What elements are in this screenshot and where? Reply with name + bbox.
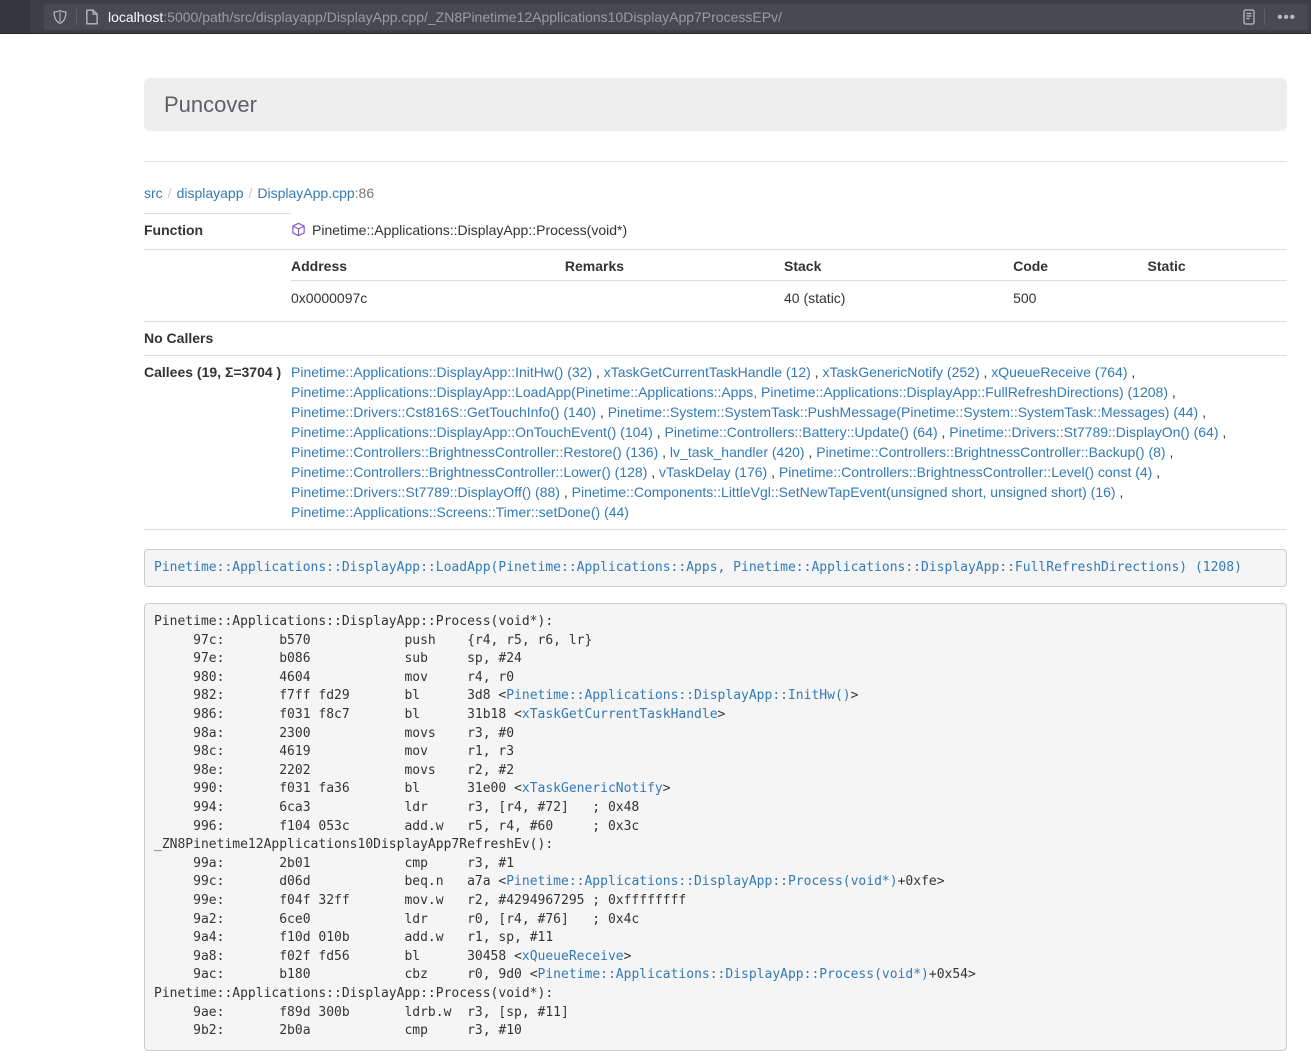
callee-separator: ,	[592, 364, 604, 380]
callee-link[interactable]: Pinetime::Applications::DisplayApp::OnTo…	[291, 424, 653, 440]
shield-icon[interactable]	[52, 9, 68, 25]
callees-row: Callees (19, Σ=3704 ) Pinetime::Applicat…	[144, 355, 1287, 529]
browser-chrome: localhost:5000/path/src/displayapp/Displ…	[0, 0, 1311, 34]
no-callers-row: No Callers	[144, 321, 1287, 355]
callee-separator: ,	[1166, 444, 1174, 460]
disasm-symbol-link[interactable]: xTaskGenericNotify	[522, 781, 663, 796]
column-header-static: Static	[1148, 258, 1287, 281]
callee-separator: ,	[811, 364, 823, 380]
disassembly-listing: Pinetime::Applications::DisplayApp::Proc…	[144, 603, 1287, 1051]
callee-separator: ,	[1116, 484, 1124, 500]
callee-separator: ,	[1168, 384, 1176, 400]
page-actions-icon[interactable]: •••	[1273, 10, 1300, 25]
no-callers-label: No Callers	[144, 321, 291, 355]
disasm-symbol-link[interactable]: Pinetime::Applications::DisplayApp::Proc…	[538, 967, 929, 982]
callees-label: Callees (19, Σ=3704 )	[144, 355, 291, 529]
callee-link[interactable]: Pinetime::System::SystemTask::PushMessag…	[608, 404, 1199, 420]
page-title: Puncover	[164, 92, 257, 117]
callee-separator: ,	[1152, 464, 1160, 480]
callee-separator: ,	[1127, 364, 1135, 380]
column-header-code: Code	[1013, 258, 1147, 281]
address-value: 0x0000097c	[291, 280, 565, 313]
callee-separator: ,	[653, 424, 665, 440]
details-cell: Address Remarks Stack Code Static 0x0000…	[291, 249, 1287, 321]
breadcrumb-link[interactable]: displayapp	[177, 185, 244, 201]
callee-link[interactable]: Pinetime::Applications::DisplayApp::Init…	[291, 364, 592, 380]
callee-link[interactable]: Pinetime::Controllers::BrightnessControl…	[291, 464, 647, 480]
callee-link[interactable]: Pinetime::Applications::Screens::Timer::…	[291, 504, 629, 520]
disasm-symbol-link[interactable]: Pinetime::Applications::DisplayApp::Proc…	[506, 874, 897, 889]
table-row: 0x0000097c 40 (static) 500	[291, 280, 1287, 313]
column-header-remarks: Remarks	[565, 258, 784, 281]
callee-link[interactable]: Pinetime::Controllers::BrightnessControl…	[291, 444, 658, 460]
callee-separator: ,	[1198, 404, 1206, 420]
column-header-stack: Stack	[784, 258, 1013, 281]
breadcrumb: src/displayapp/DisplayApp.cpp:86	[144, 183, 1287, 203]
callee-link[interactable]: Pinetime::Drivers::Cst816S::GetTouchInfo…	[291, 404, 596, 420]
url-bar-separator	[76, 9, 77, 25]
function-name: Pinetime::Applications::DisplayApp::Proc…	[312, 222, 627, 238]
breadcrumb-link[interactable]: DisplayApp.cpp	[257, 185, 354, 201]
page-title-box: Puncover	[144, 78, 1287, 131]
breadcrumb-line-number: :86	[355, 185, 374, 201]
callee-link[interactable]: Pinetime::Drivers::St7789::DisplayOff() …	[291, 484, 560, 500]
function-row: Function Pinetime::Applications::Display…	[144, 214, 1287, 250]
url-bar-separator	[1264, 9, 1265, 25]
callee-separator: ,	[767, 464, 779, 480]
disasm-symbol-link[interactable]: xTaskGetCurrentTaskHandle	[522, 707, 718, 722]
callee-link[interactable]: lv_task_handler (420)	[670, 444, 805, 460]
code-value: 500	[1013, 280, 1147, 313]
window-edge	[0, 0, 30, 33]
details-header-row: Address Remarks Stack Code Static	[291, 258, 1287, 281]
static-value	[1148, 280, 1287, 313]
callee-separator: ,	[560, 484, 572, 500]
remarks-value	[565, 280, 784, 313]
callee-link[interactable]: Pinetime::Controllers::BrightnessControl…	[816, 444, 1165, 460]
callee-link[interactable]: Pinetime::Controllers::Battery::Update()…	[665, 424, 938, 440]
callee-link[interactable]: Pinetime::Components::LittleVgl::SetNewT…	[572, 484, 1116, 500]
breadcrumb-separator: /	[244, 185, 258, 201]
breadcrumb-separator: /	[163, 185, 177, 201]
url-path: :5000/path/src/displayapp/DisplayApp.cpp…	[163, 9, 782, 25]
callee-separator: ,	[980, 364, 992, 380]
callee-separator: ,	[1219, 424, 1227, 440]
disasm-symbol-link[interactable]: Pinetime::Applications::DisplayApp::Init…	[506, 688, 850, 703]
url-text[interactable]: localhost:5000/path/src/displayapp/Displ…	[108, 9, 1242, 25]
callee-separator: ,	[647, 464, 659, 480]
callee-link[interactable]: Pinetime::Controllers::BrightnessControl…	[779, 464, 1152, 480]
no-callers-value	[291, 321, 1287, 355]
callee-separator: ,	[805, 444, 817, 460]
details-row: Address Remarks Stack Code Static 0x0000…	[144, 249, 1287, 321]
loadapp-link[interactable]: Pinetime::Applications::DisplayApp::Load…	[154, 560, 1242, 575]
function-label: Function	[144, 214, 291, 250]
callee-link[interactable]: xQueueReceive (764)	[991, 364, 1127, 380]
page-container: Puncover src/displayapp/DisplayApp.cpp:8…	[144, 78, 1287, 1051]
callee-separator: ,	[596, 404, 608, 420]
page-icon[interactable]	[85, 9, 99, 25]
details-label-empty	[144, 249, 291, 321]
callee-separator: ,	[938, 424, 950, 440]
callee-link[interactable]: vTaskDelay (176)	[659, 464, 767, 480]
function-table: Function Pinetime::Applications::Display…	[144, 213, 1287, 530]
callee-link[interactable]: xTaskGenericNotify (252)	[822, 364, 979, 380]
details-table: Address Remarks Stack Code Static 0x0000…	[291, 258, 1287, 313]
function-value: Pinetime::Applications::DisplayApp::Proc…	[291, 214, 1287, 250]
url-host: localhost	[108, 9, 163, 25]
package-icon	[291, 222, 306, 242]
column-header-address: Address	[291, 258, 565, 281]
callee-separator: ,	[658, 444, 670, 460]
stack-value: 40 (static)	[784, 280, 1013, 313]
callee-link[interactable]: Pinetime::Drivers::St7789::DisplayOn() (…	[949, 424, 1218, 440]
loadapp-snippet: Pinetime::Applications::DisplayApp::Load…	[144, 549, 1287, 588]
url-bar[interactable]: localhost:5000/path/src/displayapp/Displ…	[44, 4, 1308, 30]
divider	[144, 161, 1287, 162]
callee-link[interactable]: xTaskGetCurrentTaskHandle (12)	[604, 364, 811, 380]
callee-link[interactable]: Pinetime::Applications::DisplayApp::Load…	[291, 384, 1168, 400]
reader-mode-icon[interactable]	[1242, 9, 1256, 25]
disasm-symbol-link[interactable]: xQueueReceive	[522, 949, 624, 964]
breadcrumb-link[interactable]: src	[144, 185, 163, 201]
callees-list: Pinetime::Applications::DisplayApp::Init…	[291, 355, 1287, 529]
